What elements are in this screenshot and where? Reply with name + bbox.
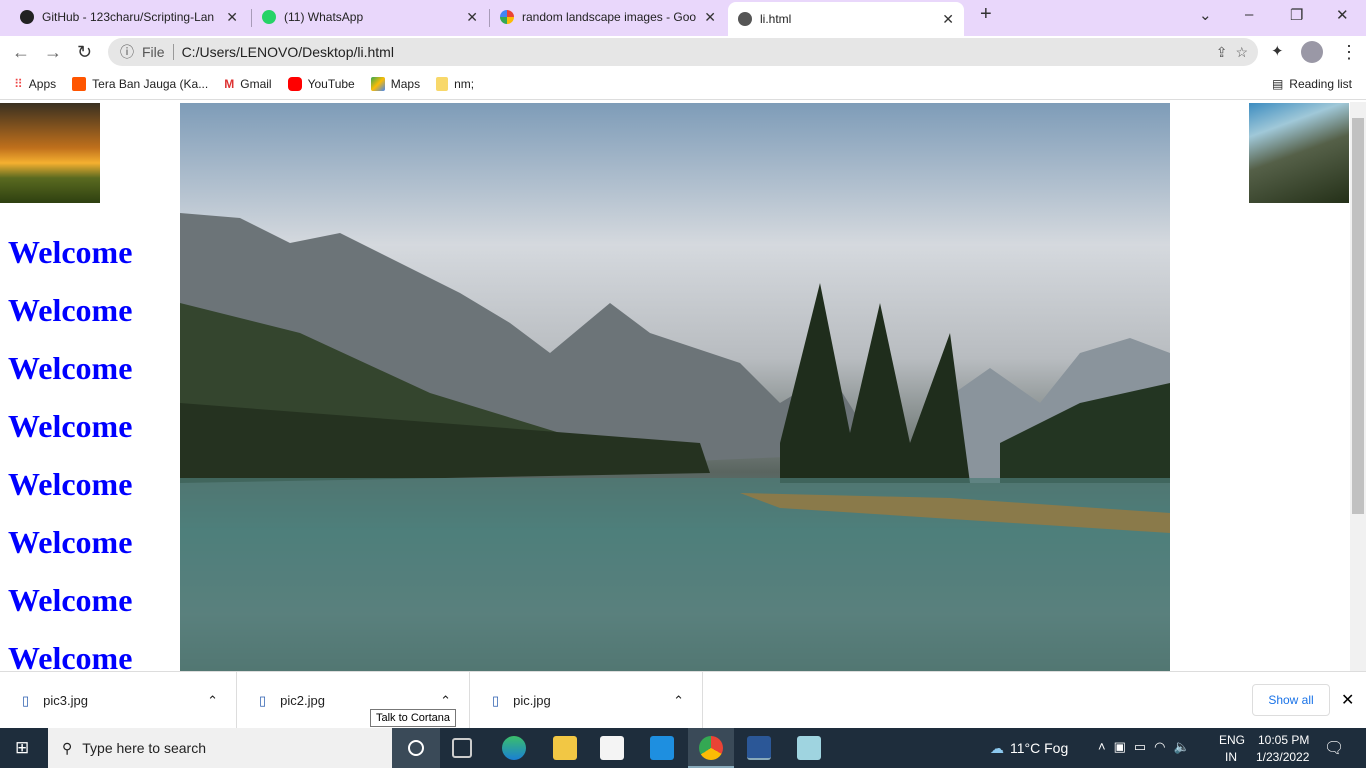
clock-time[interactable]: 10:05 PM xyxy=(1258,733,1309,747)
taskbar-search[interactable]: ⚲ Type here to search xyxy=(48,728,392,768)
search-icon: ⚲ xyxy=(62,739,73,756)
google-icon xyxy=(500,10,514,24)
soundcloud-icon xyxy=(72,76,87,91)
word-icon[interactable] xyxy=(747,736,771,760)
tooltip: Talk to Cortana xyxy=(370,709,456,727)
reload-button[interactable]: ↻ xyxy=(77,42,92,63)
bookmark-folder-nm[interactable]: nm; xyxy=(436,76,474,91)
page-content: Welcome Welcome Welcome Welcome Welcome … xyxy=(0,102,1350,671)
url-text: C:/Users/LENOVO/Desktop/li.html xyxy=(181,44,394,60)
github-icon xyxy=(20,10,34,24)
welcome-heading: Welcome xyxy=(8,466,133,502)
bookmark-apps[interactable]: ⠿ Apps xyxy=(14,77,56,91)
welcome-heading: Welcome xyxy=(8,408,133,444)
app-icon[interactable] xyxy=(797,736,821,760)
new-tab-button[interactable]: + xyxy=(980,3,992,26)
download-item[interactable]: ▯ pic3.jpg ⌃ xyxy=(0,672,237,729)
notifications-icon[interactable]: 🗨 xyxy=(1324,738,1344,758)
close-icon[interactable]: ✕ xyxy=(704,9,716,26)
minimize-button[interactable]: – xyxy=(1245,6,1253,23)
tab-google[interactable]: random landscape images - Goo ✕ xyxy=(490,0,726,34)
bookmark-tera-ban-jauga[interactable]: Tera Ban Jauga (Ka... xyxy=(72,76,208,91)
tab-github[interactable]: GitHub - 123charu/Scripting-Lan ✕ xyxy=(10,0,248,34)
tab-li-html[interactable]: li.html ✕ xyxy=(728,2,964,36)
task-view-icon[interactable] xyxy=(452,738,472,758)
close-downloads-button[interactable]: ✕ xyxy=(1341,690,1354,710)
youtube-icon xyxy=(287,76,302,91)
reading-list-icon: ▤ xyxy=(1271,76,1284,91)
info-icon[interactable]: ⓘ xyxy=(120,42,134,62)
back-button[interactable]: ← xyxy=(12,42,30,63)
windows-start-icon[interactable]: ⊞ xyxy=(15,738,29,758)
file-icon: ▯ xyxy=(259,692,267,708)
edge-icon[interactable] xyxy=(502,736,526,760)
bookmark-gmail[interactable]: M Gmail xyxy=(224,77,271,91)
tab-search-button[interactable]: ⌄ xyxy=(1199,6,1212,24)
close-icon[interactable]: ✕ xyxy=(466,9,478,26)
browser-toolbar: ← → ↻ ⓘ File C:/Users/LENOVO/Desktop/li.… xyxy=(0,36,1366,68)
welcome-heading: Welcome xyxy=(8,640,133,671)
reading-list-button[interactable]: ▤ Reading list xyxy=(1272,77,1352,91)
bookmarks-bar: ⠿ Apps Tera Ban Jauga (Ka... M Gmail YouTu… xyxy=(0,68,1366,100)
forward-button[interactable]: → xyxy=(44,42,62,63)
welcome-heading: Welcome xyxy=(8,292,133,328)
apps-grid-icon: ⠿ xyxy=(14,76,23,91)
close-icon[interactable]: ✕ xyxy=(226,9,238,26)
restore-button[interactable]: ❐ xyxy=(1290,6,1303,24)
welcome-list: Welcome Welcome Welcome Welcome Welcome … xyxy=(0,213,180,671)
close-icon[interactable]: ✕ xyxy=(942,11,954,28)
chrome-taskbar-button[interactable] xyxy=(688,728,734,768)
mountain-thumbnail-image xyxy=(1249,103,1349,203)
weather-widget[interactable]: ☁ 11°C Fog xyxy=(990,740,1068,757)
close-window-button[interactable]: ✕ xyxy=(1336,6,1349,24)
cloud-icon: ☁ xyxy=(990,740,1004,756)
file-icon: ▯ xyxy=(492,692,500,708)
maps-icon xyxy=(370,76,385,91)
download-item[interactable]: ▯ pic.jpg ⌃ xyxy=(470,672,703,729)
chevron-up-icon[interactable]: ⌃ xyxy=(673,693,684,709)
bookmark-star-icon[interactable]: ☆ xyxy=(1235,44,1248,61)
taskbar: ⊞ ⚲ Type here to search ☁ 11°C Fog ˄▣▭◠🔈 E… xyxy=(0,728,1366,768)
gmail-icon: M xyxy=(224,76,235,91)
file-icon: ▯ xyxy=(22,692,30,708)
store-icon[interactable] xyxy=(600,736,624,760)
bookmark-youtube[interactable]: YouTube xyxy=(287,76,355,91)
folder-icon xyxy=(436,76,449,91)
mail-icon[interactable] xyxy=(650,736,674,760)
tab-whatsapp[interactable]: (11) WhatsApp ✕ xyxy=(252,0,488,34)
chevron-up-icon[interactable]: ⌃ xyxy=(207,693,218,709)
file-explorer-icon[interactable] xyxy=(553,736,577,760)
welcome-heading: Welcome xyxy=(8,350,133,386)
extensions-icon[interactable]: ✦ xyxy=(1271,42,1284,60)
system-tray-icons[interactable]: ˄▣▭◠🔈 xyxy=(1098,739,1198,755)
chevron-up-icon[interactable]: ⌃ xyxy=(440,693,451,709)
share-icon[interactable]: ⇪ xyxy=(1216,44,1228,61)
avatar[interactable] xyxy=(1301,41,1323,63)
language-indicator[interactable]: ENG xyxy=(1219,733,1245,747)
downloads-bar: ▯ pic3.jpg ⌃ ▯ pic2.jpg ⌃ ▯ pic.jpg ⌃ Show all… xyxy=(0,671,1366,729)
scrollbar-thumb[interactable] xyxy=(1352,118,1364,514)
vertical-scrollbar[interactable] xyxy=(1350,102,1366,671)
welcome-heading: Welcome xyxy=(8,234,133,270)
lake-landscape-image xyxy=(180,103,1170,671)
welcome-heading: Welcome xyxy=(8,524,133,560)
menu-icon[interactable]: ⋮ xyxy=(1340,42,1358,63)
globe-icon xyxy=(738,12,752,26)
show-all-button[interactable]: Show all xyxy=(1252,684,1330,716)
address-bar[interactable]: ⓘ File C:/Users/LENOVO/Desktop/li.html ⇪… xyxy=(108,38,1258,66)
tab-strip: GitHub - 123charu/Scripting-Lan ✕ (11) Wh… xyxy=(0,0,1366,36)
clock-date[interactable]: 1/23/2022 xyxy=(1256,750,1309,764)
bookmark-maps[interactable]: Maps xyxy=(370,76,420,91)
sunset-tree-image xyxy=(0,103,100,203)
whatsapp-icon xyxy=(262,10,276,24)
cortana-button[interactable] xyxy=(392,728,440,768)
welcome-heading: Welcome xyxy=(8,582,133,618)
